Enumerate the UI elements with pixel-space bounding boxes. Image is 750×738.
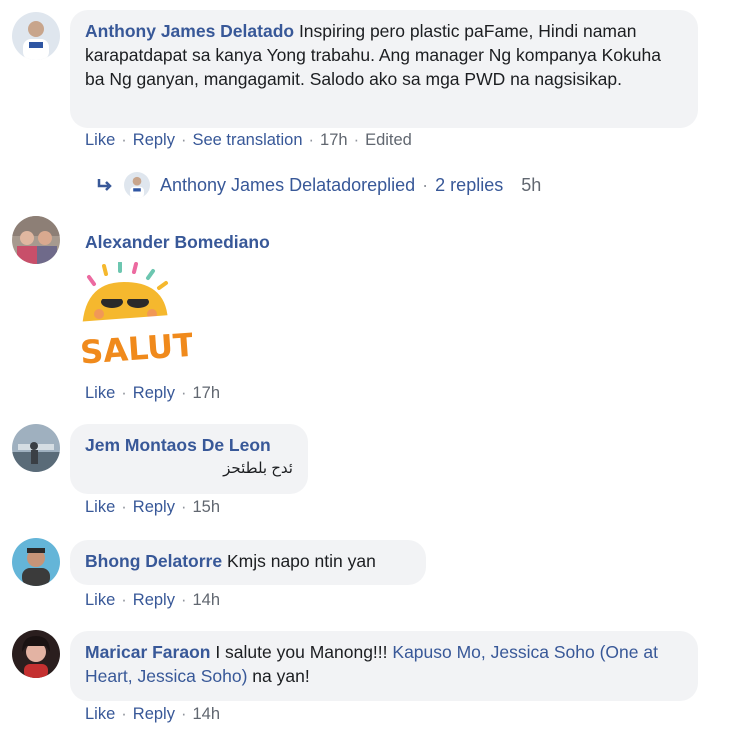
separator-dot: ·: [180, 705, 187, 723]
reply-button[interactable]: Reply: [133, 591, 175, 609]
reply-button[interactable]: Reply: [133, 131, 175, 149]
separator-dot: ·: [180, 131, 187, 149]
like-button[interactable]: Like: [85, 498, 115, 516]
comment-actions: Like · Reply · 17h: [85, 384, 220, 403]
comment-timestamp[interactable]: 14h: [192, 705, 220, 723]
comment-author[interactable]: Bhong Delatorre: [85, 551, 222, 571]
comment-author[interactable]: Maricar Faraon: [85, 642, 210, 662]
comment-bubble: Anthony James Delatado Inspiring pero pl…: [70, 10, 698, 128]
comment-author[interactable]: Alexander Bomediano: [85, 232, 270, 253]
comment-bubble: Maricar Faraon I salute you Manong!!! Ka…: [70, 631, 698, 701]
reply-author: Anthony James Delatado: [160, 174, 362, 195]
separator-dot: ·: [422, 174, 429, 195]
like-button[interactable]: Like: [85, 705, 115, 723]
edited-label[interactable]: Edited: [365, 131, 412, 149]
view-replies-link[interactable]: Anthony James Delatado replied · 2 replies…: [96, 172, 541, 198]
separator-dot: ·: [121, 498, 127, 516]
separator-dot: ·: [121, 131, 127, 149]
separator-dot: ·: [121, 384, 127, 402]
comment-author[interactable]: Anthony James Delatado: [85, 21, 294, 41]
reply-button[interactable]: Reply: [133, 384, 175, 402]
reply-timestamp: 5h: [521, 174, 542, 195]
reply-button[interactable]: Reply: [133, 705, 175, 723]
separator-dot: ·: [180, 498, 187, 516]
reply-button[interactable]: Reply: [133, 498, 175, 516]
sticker-text: SALUT!: [79, 325, 192, 372]
comment-text: ئدح بلطئحز: [223, 460, 293, 477]
comment-actions: Like · Reply · See translation · 17h · Edited: [85, 131, 412, 150]
comment-text: I salute you Manong!!!: [210, 642, 393, 662]
comment-timestamp[interactable]: 17h: [320, 131, 348, 149]
separator-dot: ·: [353, 131, 360, 149]
comment-timestamp[interactable]: 14h: [192, 591, 220, 609]
like-button[interactable]: Like: [85, 384, 115, 402]
comment-text: Kmjs napo ntin yan: [222, 551, 376, 571]
avatar[interactable]: [12, 216, 60, 264]
comment-timestamp[interactable]: 15h: [192, 498, 220, 516]
comment-author[interactable]: Jem Montaos De Leon: [85, 433, 293, 457]
separator-dot: ·: [121, 705, 127, 723]
comment-timestamp[interactable]: 17h: [192, 384, 220, 402]
replied-label: replied: [361, 174, 416, 195]
comment-actions: Like · Reply · 14h: [85, 705, 220, 724]
separator-dot: ·: [121, 591, 127, 609]
avatar[interactable]: [12, 630, 60, 678]
separator-dot: ·: [180, 591, 187, 609]
separator-dot: ·: [180, 384, 187, 402]
reply-count: 2 replies: [435, 174, 504, 195]
like-button[interactable]: Like: [85, 591, 115, 609]
reply-avatar: [124, 172, 150, 198]
comment-bubble: Bhong Delatorre Kmjs napo ntin yan: [70, 540, 426, 585]
like-button[interactable]: Like: [85, 131, 115, 149]
see-translation-link[interactable]: See translation: [192, 131, 302, 149]
avatar[interactable]: [12, 424, 60, 472]
comment-text-end: na yan!: [247, 666, 310, 686]
reply-arrow-icon: [97, 179, 112, 191]
avatar[interactable]: [12, 538, 60, 586]
comment-actions: Like · Reply · 14h: [85, 591, 220, 610]
salut-sticker: SALUT!: [72, 261, 211, 378]
comment-actions: Like · Reply · 15h: [85, 498, 220, 517]
avatar[interactable]: [12, 12, 60, 60]
separator-dot: ·: [308, 131, 315, 149]
comment-bubble: Jem Montaos De Leon ئدح بلطئحز: [70, 424, 308, 494]
